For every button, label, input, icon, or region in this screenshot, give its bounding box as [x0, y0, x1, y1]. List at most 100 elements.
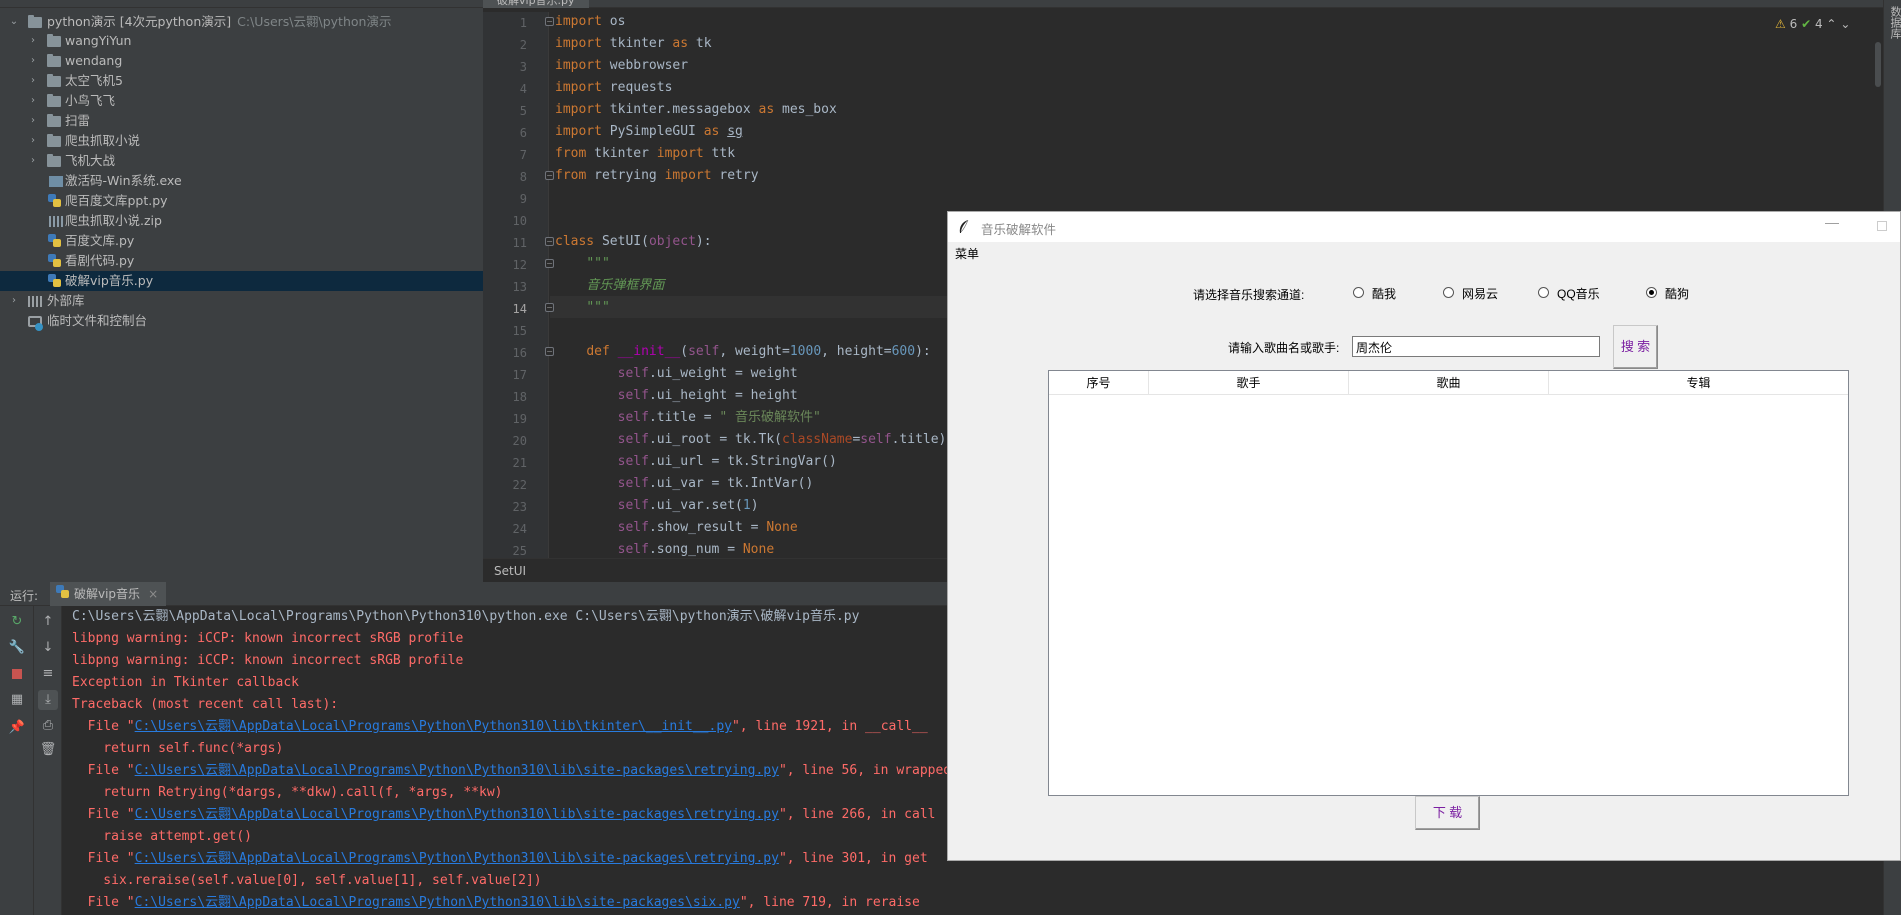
run-tab[interactable]: 破解vip音乐 × — [50, 582, 167, 606]
tree-item-wendang[interactable]: › wendang — [0, 51, 483, 71]
file-link[interactable]: C:\Users\云翾\AppData\Local\Programs\Pytho… — [135, 807, 779, 822]
file-link[interactable]: C:\Users\云翾\AppData\Local\Programs\Pytho… — [135, 895, 740, 910]
scroll-to-end-icon[interactable]: ⤓ — [38, 690, 58, 710]
results-table[interactable]: 序号 歌手 歌曲 专辑 — [1048, 370, 1849, 796]
radio-circle[interactable] — [1353, 287, 1364, 298]
python-file-icon — [48, 234, 61, 248]
chevron-right-icon[interactable]: › — [27, 111, 39, 131]
close-icon[interactable]: × — [148, 587, 158, 601]
folder-icon — [47, 74, 61, 87]
column-header-album[interactable]: 专辑 — [1549, 371, 1848, 395]
line-number: 1 — [519, 16, 527, 30]
tree-item-label: 飞机大战 — [65, 153, 116, 168]
layout-icon[interactable]: ▦ — [7, 690, 27, 710]
column-header-singer[interactable]: 歌手 — [1149, 371, 1349, 395]
soft-wrap-icon[interactable]: ≡ — [38, 664, 58, 684]
line-number: 6 — [519, 126, 527, 140]
chevron-right-icon[interactable]: › — [27, 51, 39, 71]
code-line: self.ui_root = tk.Tk(className=self.titl… — [617, 432, 947, 447]
chevron-right-icon[interactable]: › — [27, 91, 39, 111]
chevron-right-icon[interactable]: › — [8, 291, 20, 311]
radio-circle-selected[interactable] — [1646, 287, 1657, 298]
tree-item-py-2[interactable]: 百度文库.py — [0, 231, 483, 251]
console-line: return self.func(*args) — [72, 741, 284, 756]
radio-circle[interactable] — [1538, 287, 1549, 298]
search-button[interactable]: 搜 索 — [1613, 325, 1658, 369]
stop-icon[interactable] — [7, 664, 27, 684]
fold-marker-icon[interactable]: − — [545, 237, 554, 246]
column-header-index[interactable]: 序号 — [1049, 371, 1149, 395]
fold-marker-icon[interactable]: − — [545, 259, 554, 268]
line-number: 20 — [512, 434, 527, 448]
tree-item-external-libs[interactable]: › 外部库 — [0, 291, 483, 311]
tree-item-folder-7[interactable]: › 飞机大战 — [0, 151, 483, 171]
chevron-right-icon[interactable]: › — [27, 71, 39, 91]
maximize-icon[interactable] — [1877, 221, 1887, 231]
tree-item-py-selected[interactable]: 破解vip音乐.py — [0, 271, 483, 291]
chevron-right-icon[interactable]: › — [27, 151, 39, 171]
fold-marker-icon[interactable]: − — [545, 171, 554, 180]
window-titlebar[interactable]: 音乐破解软件 — — [948, 212, 1900, 242]
console-line: Traceback (most recent call last): — [72, 697, 339, 712]
editor-scrollbar[interactable] — [1875, 42, 1881, 87]
traceback-line: File "C:\Users\云翾\AppData\Local\Programs… — [72, 719, 928, 734]
tree-item-folder-6[interactable]: › 爬虫抓取小说 — [0, 131, 483, 151]
wrench-icon[interactable]: 🔧 — [7, 638, 27, 658]
line-number: 4 — [519, 82, 527, 96]
chevron-down-icon[interactable]: ⌄ — [1840, 17, 1850, 31]
code-line: self.ui_weight = weight — [617, 366, 798, 381]
rerun-icon[interactable]: ↻ — [7, 612, 27, 632]
tree-item-exe[interactable]: 激活码-Win系统.exe — [0, 171, 483, 191]
chevron-up-icon[interactable]: ⌃ — [1826, 17, 1836, 31]
tree-item-scratches[interactable]: 临时文件和控制台 — [0, 311, 483, 331]
line-number: 16 — [512, 346, 527, 360]
code-line: import requests — [555, 80, 673, 95]
file-link[interactable]: C:\Users\云翾\AppData\Local\Programs\Pytho… — [135, 719, 732, 734]
radio-label: QQ音乐 — [1557, 287, 1600, 301]
tree-root[interactable]: ⌄ python演示 [4次元python演示] C:\Users\云翾\pyth… — [0, 12, 483, 32]
radio-circle[interactable] — [1443, 287, 1454, 298]
tree-item-py-1[interactable]: 爬百度文库ppt.py — [0, 191, 483, 211]
line-number: 2 — [519, 38, 527, 52]
pin-icon[interactable]: 📌 — [7, 718, 27, 738]
editor-tab[interactable]: 破解vip音乐.py — [483, 0, 589, 8]
fold-marker-icon[interactable]: − — [545, 347, 554, 356]
tree-item-label: 小鸟飞飞 — [65, 93, 116, 108]
arrow-down-icon[interactable]: ↓ — [38, 638, 58, 658]
database-tab[interactable]: 数据库 — [1887, 6, 1901, 39]
console-line: libpng warning: iCCP: known incorrect sR… — [72, 631, 464, 646]
line-number: 23 — [512, 500, 527, 514]
chevron-right-icon[interactable]: › — [27, 131, 39, 151]
menu-item[interactable]: 菜单 — [955, 245, 979, 262]
code-line: import os — [555, 14, 626, 29]
tree-item-wangyiyun[interactable]: › wangYiYun — [0, 31, 483, 51]
print-icon[interactable]: ⎙ — [38, 716, 58, 736]
code-line: import PySimpleGUI as sg — [555, 124, 743, 139]
inspection-widget[interactable]: ⚠ 6 ✔ 4 ⌃ ⌄ — [1775, 17, 1850, 31]
minimize-icon[interactable]: — — [1825, 214, 1839, 230]
tree-item-py-3[interactable]: 看剧代码.py — [0, 251, 483, 271]
chevron-down-icon[interactable]: ⌄ — [8, 12, 20, 32]
fold-marker-icon[interactable]: − — [545, 303, 554, 312]
code-line: from tkinter import ttk — [555, 146, 736, 161]
arrow-up-icon[interactable]: ↑ — [38, 612, 58, 632]
line-number: 18 — [512, 390, 527, 404]
tree-item-folder-4[interactable]: › 小鸟飞飞 — [0, 91, 483, 111]
tree-item-folder-3[interactable]: › 太空飞机5 — [0, 71, 483, 91]
trash-icon[interactable]: 🗑 — [38, 740, 58, 760]
traceback-line: File "C:\Users\云翾\AppData\Local\Programs… — [72, 807, 936, 822]
folder-icon — [47, 94, 61, 107]
tree-item-zip[interactable]: 爬虫抓取小说.zip — [0, 211, 483, 231]
tree-item-folder-5[interactable]: › 扫雷 — [0, 111, 483, 131]
line-number: 19 — [512, 412, 527, 426]
tree-item-label: 激活码-Win系统.exe — [65, 173, 182, 188]
download-button[interactable]: 下 载 — [1415, 796, 1480, 830]
scratches-icon — [28, 316, 43, 331]
file-link[interactable]: C:\Users\云翾\AppData\Local\Programs\Pytho… — [135, 763, 779, 778]
search-input[interactable]: 周杰伦 — [1352, 336, 1600, 357]
file-link[interactable]: C:\Users\云翾\AppData\Local\Programs\Pytho… — [135, 851, 779, 866]
chevron-right-icon[interactable]: › — [27, 31, 39, 51]
line-number: 21 — [512, 456, 527, 470]
column-header-song[interactable]: 歌曲 — [1349, 371, 1549, 395]
fold-marker-icon[interactable]: − — [545, 17, 554, 26]
